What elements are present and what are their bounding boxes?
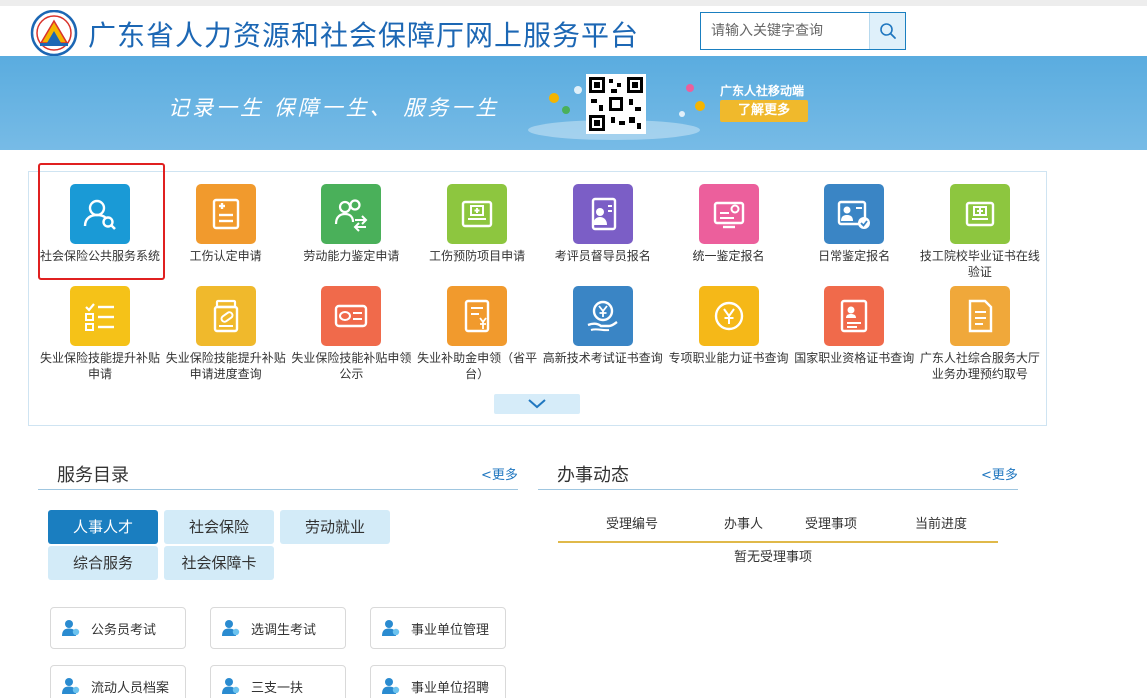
catalog-item[interactable]: 流动人员档案 <box>50 665 186 698</box>
table-header-line <box>558 541 998 543</box>
chevron-down-icon <box>528 399 546 409</box>
user-icon <box>61 618 81 638</box>
service-item[interactable]: 高新技术考试证书查询 <box>543 286 663 366</box>
col-current-progress: 当前进度 <box>915 517 968 532</box>
service-label: 高新技术考试证书查询 <box>542 351 663 365</box>
service-label: 广东人社综合服务大厅业务办理预约取号 <box>919 351 1040 381</box>
service-item[interactable]: 统一鉴定报名 <box>669 184 789 264</box>
yen-coin-icon <box>698 286 759 346</box>
site-logo[interactable] <box>30 9 78 57</box>
catalog-divider <box>38 489 518 490</box>
document-plus-icon <box>195 184 256 244</box>
service-item[interactable]: 技工院校毕业证书在线验证 <box>920 184 1040 280</box>
service-label: 失业保险技能补贴申领公示 <box>291 351 412 381</box>
checklist-icon <box>70 286 130 346</box>
service-label: 国家职业资格证书查询 <box>794 351 915 365</box>
search-icon <box>879 23 896 39</box>
user-icon <box>381 676 401 696</box>
tab-labor-employment[interactable]: 劳动就业 <box>280 510 390 544</box>
service-item[interactable]: 失业保险技能提升补贴申请 <box>40 286 160 382</box>
catalog-item[interactable]: 选调生考试 <box>210 607 346 649</box>
mobile-label: 广东人社移动端 <box>720 84 805 98</box>
catalog-item-label: 公务员考试 <box>91 622 157 638</box>
service-item[interactable]: 工伤认定申请 <box>166 184 286 264</box>
col-accept-number: 受理编号 <box>606 517 659 532</box>
search-button[interactable] <box>869 13 905 49</box>
catalog-item-label: 事业单位管理 <box>411 622 490 638</box>
qr-code <box>586 74 646 134</box>
service-item[interactable]: 日常鉴定报名 <box>794 184 914 264</box>
medicine-bottle-icon <box>195 286 256 346</box>
site-title: 广东省人力资源和社会保障厅网上服务平台 <box>88 19 640 52</box>
expand-services-button[interactable] <box>494 394 580 414</box>
catalog-item[interactable]: 三支一扶 <box>210 665 346 698</box>
search-input[interactable] <box>701 13 869 49</box>
catalog-item-label: 选调生考试 <box>251 622 317 638</box>
service-label: 劳动能力鉴定申请 <box>303 249 400 263</box>
service-label: 统一鉴定报名 <box>692 249 765 263</box>
service-item[interactable]: 劳动能力鉴定申请 <box>291 184 411 264</box>
learn-more-button[interactable]: 了解更多 <box>720 100 808 122</box>
catalog-item-label: 事业单位招聘 <box>411 680 490 696</box>
progress-divider <box>538 489 1018 490</box>
catalog-title: 服务目录 <box>57 465 129 486</box>
yen-document-icon <box>447 286 508 346</box>
id-badge-icon <box>572 184 633 244</box>
service-item[interactable]: 社会保险公共服务系统 <box>40 184 160 264</box>
catalog-item[interactable]: 公务员考试 <box>50 607 186 649</box>
people-exchange-icon <box>321 184 382 244</box>
user-icon <box>221 676 241 696</box>
service-label: 失业保险技能提升补贴申请 <box>40 351 161 381</box>
user-icon <box>381 618 401 638</box>
service-label: 日常鉴定报名 <box>818 249 891 263</box>
catalog-item-label: 三支一扶 <box>251 680 304 696</box>
catalog-item-label: 流动人员档案 <box>91 680 170 696</box>
service-item[interactable]: 考评员督导员报名 <box>543 184 663 264</box>
top-strip <box>0 0 1147 6</box>
yen-hand-icon <box>572 286 633 346</box>
card-icon <box>321 286 382 346</box>
catalog-more-link[interactable]: <更多 <box>481 464 518 483</box>
service-item[interactable]: 失业补助金申领（省平台） <box>417 286 537 382</box>
service-item[interactable]: 工伤预防项目申请 <box>417 184 537 264</box>
service-item[interactable]: 失业保险技能补贴申领公示 <box>291 286 411 382</box>
service-label: 专项职业能力证书查询 <box>668 351 789 365</box>
profile-document-icon <box>824 286 885 346</box>
service-label: 社会保险公共服务系统 <box>40 249 161 263</box>
screen-money-icon <box>698 184 759 244</box>
col-applicant: 办事人 <box>724 517 764 532</box>
service-item[interactable]: 国家职业资格证书查询 <box>794 286 914 366</box>
service-label: 考评员督导员报名 <box>554 249 651 263</box>
service-item[interactable]: 广东人社综合服务大厅业务办理预约取号 <box>920 286 1040 382</box>
banner-slogan: 记录一生 保障一生、 服务一生 <box>168 96 500 120</box>
search-box <box>700 12 906 50</box>
medical-board-icon <box>447 184 508 244</box>
service-label: 失业保险技能提升补贴申请进度查询 <box>165 351 286 381</box>
tab-social-insurance[interactable]: 社会保险 <box>164 510 274 544</box>
service-label: 工伤认定申请 <box>189 249 262 263</box>
tab-general-services[interactable]: 综合服务 <box>48 546 158 580</box>
certificate-icon <box>949 184 1010 244</box>
service-label: 失业补助金申领（省平台） <box>417 351 538 381</box>
service-label: 工伤预防项目申请 <box>429 249 526 263</box>
service-item[interactable]: 专项职业能力证书查询 <box>669 286 789 366</box>
tab-hr-talent[interactable]: 人事人才 <box>48 510 158 544</box>
col-accepted-matter: 受理事项 <box>805 517 858 532</box>
document-lines-icon <box>949 286 1010 346</box>
catalog-item[interactable]: 事业单位招聘 <box>370 665 506 698</box>
service-label: 技工院校毕业证书在线验证 <box>919 249 1040 279</box>
banner: 记录一生 保障一生、 服务一生 广东人社移动端 了解更多 <box>0 56 1147 150</box>
user-search-icon <box>70 184 130 244</box>
progress-more-link[interactable]: <更多 <box>981 464 1018 483</box>
empty-state: 暂无受理事项 <box>734 550 813 565</box>
user-icon <box>221 618 241 638</box>
service-item[interactable]: 失业保险技能提升补贴申请进度查询 <box>166 286 286 382</box>
id-card-icon <box>824 184 885 244</box>
user-icon <box>61 676 81 696</box>
progress-title: 办事动态 <box>557 465 629 486</box>
tab-social-security-card[interactable]: 社会保障卡 <box>164 546 274 580</box>
catalog-item[interactable]: 事业单位管理 <box>370 607 506 649</box>
